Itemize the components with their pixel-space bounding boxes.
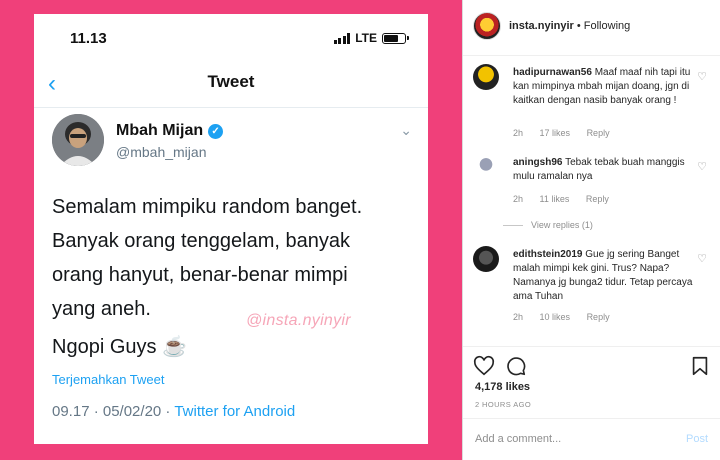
verified-badge-icon: ✓ [208, 123, 224, 139]
battery-icon [382, 32, 409, 44]
comment-body: hadipurnawan56 Maaf maaf nih tapi itu ka… [513, 66, 693, 108]
bookmark-icon[interactable] [689, 355, 711, 377]
tweet-source[interactable]: Twitter for Android [174, 403, 295, 420]
status-indicators: LTE [333, 31, 409, 45]
author-name[interactable]: Mbah Mijan [116, 122, 203, 140]
commenter-username[interactable]: edithstein2019 [513, 249, 582, 260]
account-info: insta.nyinyir • Following [509, 20, 631, 32]
status-bar: 11.13 LTE [34, 14, 428, 58]
comment-meta: 2h 10 likes Reply [513, 312, 624, 322]
author-name-row: Mbah Mijan ✓ [116, 122, 224, 140]
commenter-avatar[interactable] [473, 246, 499, 272]
chevron-down-icon[interactable]: ⌄ [400, 122, 412, 139]
nav-title: Tweet [207, 72, 255, 91]
tweet-line: Semalam mimpiku random banget. [52, 196, 363, 218]
heart-icon[interactable]: ♡ [697, 252, 707, 265]
post-image: 11.13 LTE ‹ Tweet Mbah Mijan ✓ @mbah_mij… [0, 0, 462, 460]
status-time: 11.13 [70, 30, 107, 47]
tweet-line: Banyak orang tenggelam, banyak [52, 230, 350, 252]
reply-button[interactable]: Reply [587, 312, 610, 322]
tweet-screenshot: 11.13 LTE ‹ Tweet Mbah Mijan ✓ @mbah_mij… [34, 14, 428, 444]
comment-likes[interactable]: 11 likes [540, 194, 570, 204]
account-username[interactable]: insta.nyinyir [509, 20, 574, 32]
likes-count[interactable]: 4,178 likes [475, 381, 530, 393]
tweet-meta: 09.17 · 05/02/20 · Twitter for Android [52, 403, 295, 420]
heart-icon[interactable] [473, 355, 495, 377]
commenter-username[interactable]: aningsh96 [513, 157, 562, 168]
watermark: @insta.nyinyir [246, 312, 351, 329]
comment-icon[interactable] [505, 355, 527, 377]
account-avatar[interactable] [473, 12, 501, 40]
add-comment-bar: Post [463, 418, 720, 460]
post-actions: 4,178 likes 2 HOURS AGO [463, 346, 720, 416]
post-header: insta.nyinyir • Following [463, 0, 720, 56]
view-replies-button[interactable]: View replies (1) [503, 220, 593, 230]
comment-likes[interactable]: 17 likes [540, 128, 571, 138]
signal-icon [333, 32, 351, 44]
comment-body: aningsh96 Tebak tebak buah manggis mulu … [513, 156, 693, 184]
heart-icon[interactable]: ♡ [697, 70, 707, 83]
comment-body: edithstein2019 Gue jg sering Banget mala… [513, 248, 693, 304]
network-label: LTE [355, 31, 377, 45]
tweet-line: orang hanyut, benar-benar mimpi [52, 264, 348, 286]
post-button[interactable]: Post [686, 433, 708, 445]
comment-likes[interactable]: 10 likes [540, 312, 571, 322]
tweet-line: Ngopi Guys ☕ [52, 336, 187, 358]
tweet-author: Mbah Mijan ✓ @mbah_mijan ⌄ [52, 114, 412, 172]
commenter-avatar[interactable] [473, 64, 499, 90]
author-handle[interactable]: @mbah_mijan [116, 144, 206, 160]
view-replies-label: View replies (1) [531, 220, 593, 230]
instagram-panel: insta.nyinyir • Following hadipurnawan56… [462, 0, 720, 460]
commenter-username[interactable]: hadipurnawan56 [513, 67, 592, 78]
comment-meta: 2h 17 likes Reply [513, 128, 624, 138]
author-avatar[interactable] [52, 114, 104, 166]
comment-age: 2h [513, 128, 524, 138]
follow-status[interactable]: Following [584, 20, 630, 32]
tweet-line: yang aneh. [52, 298, 151, 320]
reply-button[interactable]: Reply [587, 128, 610, 138]
heart-icon[interactable]: ♡ [697, 160, 707, 173]
comment-age: 2h [513, 194, 524, 204]
translate-tweet-link[interactable]: Terjemahkan Tweet [52, 372, 165, 387]
reply-button[interactable]: Reply [586, 194, 609, 204]
comment-age: 2h [513, 312, 524, 322]
tweet-timestamp: 09.17 · 05/02/20 · [52, 403, 175, 420]
commenter-avatar[interactable] [473, 154, 499, 180]
post-time: 2 HOURS AGO [475, 400, 532, 409]
add-comment-input[interactable] [475, 433, 665, 445]
tweet-text: Semalam mimpiku random banget. Banyak or… [52, 190, 412, 364]
tweet-nav-bar: ‹ Tweet [34, 64, 428, 108]
comments-list[interactable]: hadipurnawan56 Maaf maaf nih tapi itu ka… [463, 56, 720, 346]
comment-meta: 2h 11 likes Reply [513, 194, 623, 204]
